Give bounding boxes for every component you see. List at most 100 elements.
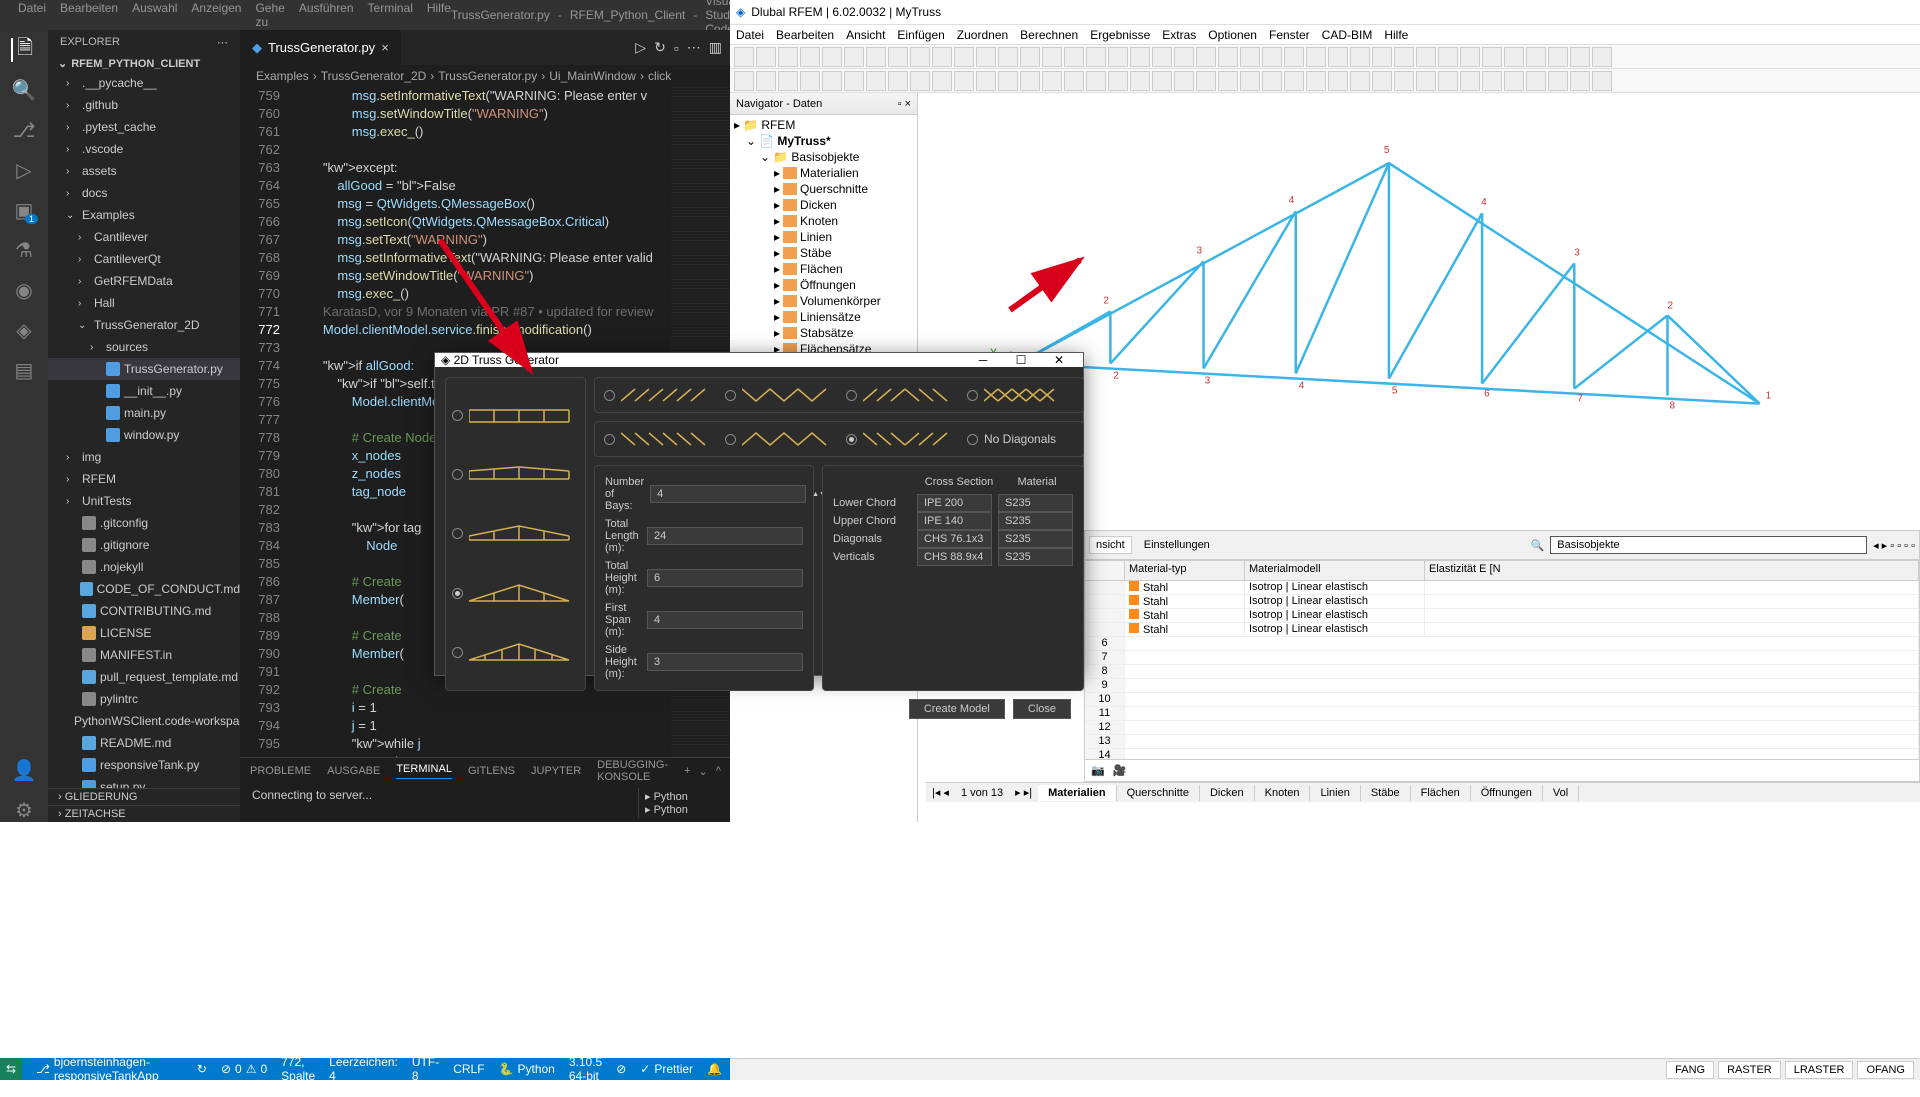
- toolbar-button[interactable]: [1284, 47, 1304, 67]
- notifications-icon[interactable]: 🔔: [707, 1041, 722, 1097]
- menu-item[interactable]: Hilfe: [1384, 28, 1408, 42]
- tree-item[interactable]: ›.__pycache__: [48, 72, 240, 94]
- tree-item[interactable]: main.py: [48, 402, 240, 424]
- bays-input[interactable]: [650, 485, 806, 503]
- terminal-output[interactable]: Connecting to server...: [252, 788, 638, 818]
- nav-item[interactable]: ▸ Volumenkörper: [732, 293, 915, 309]
- toolbar-button[interactable]: [1482, 71, 1502, 91]
- toolbar-button[interactable]: [1328, 47, 1348, 67]
- terminal-instance[interactable]: ▸ Python: [645, 803, 712, 816]
- settings-icon[interactable]: ⚙: [12, 798, 36, 822]
- breadcrumb-item[interactable]: Ui_MainWindow: [549, 69, 636, 83]
- nav-item[interactable]: ▸ Stäbe: [732, 245, 915, 261]
- nav-root[interactable]: ▸ 📁 RFEM: [732, 117, 915, 133]
- new-terminal-icon[interactable]: +: [684, 765, 690, 777]
- sync-button[interactable]: ↻: [197, 1062, 207, 1076]
- tree-item[interactable]: .nojekyll: [48, 556, 240, 578]
- menu-item[interactable]: Berechnen: [1020, 28, 1078, 42]
- toolbar-button[interactable]: [1306, 47, 1326, 67]
- tree-item[interactable]: ›GetRFEMData: [48, 270, 240, 292]
- no-diagonals-radio[interactable]: [967, 434, 978, 445]
- remote-icon[interactable]: ◈: [12, 318, 36, 342]
- nav-item[interactable]: ▸ Öffnungen: [732, 277, 915, 293]
- extensions-icon[interactable]: ▣1: [12, 198, 36, 222]
- tree-item[interactable]: pylintrc: [48, 688, 240, 710]
- toolbar-button[interactable]: [1064, 71, 1084, 91]
- menu-item[interactable]: CAD-BIM: [1322, 28, 1373, 42]
- encoding[interactable]: UTF-8: [412, 1041, 439, 1097]
- toolbar-button[interactable]: [1438, 71, 1458, 91]
- toolbar-button[interactable]: [998, 71, 1018, 91]
- debug-icon[interactable]: ↻: [654, 39, 666, 56]
- toolbar-button[interactable]: [1548, 71, 1568, 91]
- split-icon[interactable]: ▫: [674, 40, 679, 56]
- toolbar-button[interactable]: [1262, 71, 1282, 91]
- tree-item[interactable]: __init__.py: [48, 380, 240, 402]
- toolbar-button[interactable]: [1394, 47, 1414, 67]
- material-input[interactable]: [998, 494, 1073, 512]
- toolbar-button[interactable]: [954, 71, 974, 91]
- source-control-icon[interactable]: ⎇: [12, 118, 36, 142]
- snap-toggle[interactable]: FANG: [1666, 1061, 1714, 1079]
- material-input[interactable]: [998, 548, 1073, 566]
- toolbar-button[interactable]: [910, 47, 930, 67]
- table-tab[interactable]: Materialien: [1038, 785, 1116, 801]
- tree-item[interactable]: ›assets: [48, 160, 240, 182]
- close-icon[interactable]: ×: [905, 98, 911, 110]
- nav-item[interactable]: ▸ Flächen: [732, 261, 915, 277]
- breadcrumb-item[interactable]: TrussGenerator_2D: [321, 69, 427, 83]
- toolbar-button[interactable]: [1592, 47, 1612, 67]
- material-input[interactable]: [998, 530, 1073, 548]
- toolbar-button[interactable]: [844, 71, 864, 91]
- tree-item[interactable]: setup.py: [48, 776, 240, 788]
- toolbar-button[interactable]: [756, 47, 776, 67]
- toolbar-button[interactable]: [1152, 71, 1172, 91]
- account-icon[interactable]: 👤: [12, 758, 36, 782]
- toolbar-button[interactable]: [1350, 71, 1370, 91]
- toolbar-button[interactable]: [932, 71, 952, 91]
- toolbar-button[interactable]: [1372, 47, 1392, 67]
- remote-indicator[interactable]: ⇆: [0, 1058, 22, 1080]
- breadcrumb[interactable]: Examples›TrussGenerator_2D›TrussGenerato…: [240, 65, 730, 87]
- menu-item[interactable]: Fenster: [1269, 28, 1310, 42]
- table-row[interactable]: StahlIsotrop | Linear elastisch: [1085, 609, 1919, 623]
- toolbar-button[interactable]: [778, 47, 798, 67]
- toolbar-button[interactable]: [1130, 47, 1150, 67]
- tree-item[interactable]: ›CantileverQt: [48, 248, 240, 270]
- toolbar-button[interactable]: [1042, 47, 1062, 67]
- tree-item[interactable]: ⌄TrussGenerator_2D: [48, 314, 240, 336]
- toolbar-button[interactable]: [822, 47, 842, 67]
- cross-section-input[interactable]: [917, 530, 992, 548]
- toolbar-button[interactable]: [1218, 71, 1238, 91]
- toolbar-button[interactable]: [976, 71, 996, 91]
- toolbar-button[interactable]: [1284, 71, 1304, 91]
- tree-item[interactable]: PythonWSClient.code-workspace: [48, 710, 240, 732]
- nav-item[interactable]: ▸ Stabsätze: [732, 325, 915, 341]
- toolbar-button[interactable]: [1174, 47, 1194, 67]
- truss-shape-radio[interactable]: [452, 410, 463, 421]
- truss-shape-radio[interactable]: [452, 528, 463, 539]
- diagonal-option[interactable]: [846, 434, 857, 445]
- create-model-button[interactable]: Create Model: [909, 699, 1005, 719]
- minimize-button[interactable]: ─: [965, 353, 1001, 367]
- toolbar-button[interactable]: [1064, 47, 1084, 67]
- diagonal-option[interactable]: [725, 390, 736, 401]
- toolbar-button[interactable]: [1526, 71, 1546, 91]
- toolbar-button[interactable]: [1262, 47, 1282, 67]
- side-height-input[interactable]: [647, 653, 803, 671]
- tree-item[interactable]: ›RFEM: [48, 468, 240, 490]
- python-interpreter[interactable]: 3.10.5 64-bit: [569, 1041, 602, 1097]
- layout-icon[interactable]: ▥: [709, 39, 722, 56]
- tree-item[interactable]: ›Hall: [48, 292, 240, 314]
- prettier-status[interactable]: ✓ Prettier: [640, 1041, 693, 1097]
- search-icon[interactable]: 🔍: [12, 78, 36, 102]
- close-button[interactable]: Close: [1013, 699, 1071, 719]
- cross-section-input[interactable]: [917, 494, 992, 512]
- toolbar-button[interactable]: [1438, 47, 1458, 67]
- nav-item[interactable]: ▸ Knoten: [732, 213, 915, 229]
- menu-anzeigen[interactable]: Anzeigen: [191, 1, 241, 29]
- toolbar-button[interactable]: [1240, 47, 1260, 67]
- toolbar-button[interactable]: [954, 47, 974, 67]
- editor-tab[interactable]: ◆ TrussGenerator.py ×: [240, 30, 401, 65]
- pin-icon[interactable]: ▫: [898, 98, 902, 110]
